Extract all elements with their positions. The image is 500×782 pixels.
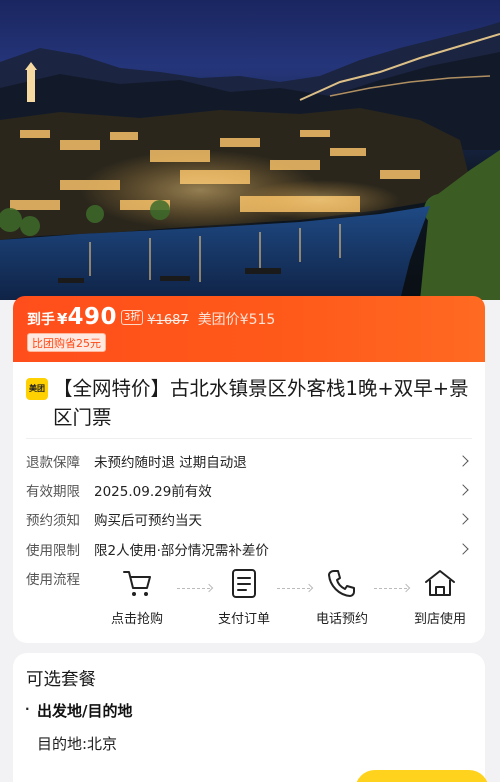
detail-row-limit[interactable]: 使用限制 限2人使用·部分情况需补差价 [26, 534, 472, 563]
detail-rows: 退款保障 未预约随时退 过期自动退 有效期限 2025.09.29前有效 预约须… [26, 446, 472, 563]
package-card: 可选套餐 · 出发地/目的地 目的地:北京 [13, 653, 485, 782]
final-price-amount: 490 [67, 304, 117, 330]
flow-step-label: 电话预约 [315, 612, 368, 627]
order-icon [232, 569, 256, 598]
flow-step-label: 点击抢购 [110, 612, 163, 627]
price-row: 到手 ¥ 490 3折 ¥1687 美团价¥515 [27, 304, 275, 330]
hero-image [0, 0, 500, 300]
package-subtitle: 出发地/目的地 [37, 702, 133, 720]
cart-icon [123, 571, 151, 596]
detail-value: 未预约随时退 过期自动退 [94, 454, 247, 471]
flow-label: 使用流程 [26, 572, 80, 588]
detail-label: 预约须知 [26, 513, 80, 530]
package-title: 可选套餐 [26, 670, 96, 690]
floating-action-button[interactable] [355, 770, 489, 782]
chevron-right-icon [458, 512, 472, 526]
detail-label: 有效期限 [26, 483, 80, 500]
final-price-prefix: 到手 [27, 312, 55, 328]
chevron-right-icon [458, 454, 472, 468]
flow-step-label: 到店使用 [413, 612, 466, 627]
detail-row-booking[interactable]: 预约须知 购买后可预约当天 [26, 505, 472, 534]
product-title: 【全网特价】古北水镇景区外客栈1晚+双早+景区门票 [53, 377, 469, 429]
flow-step-pay: 支付订单 [204, 566, 284, 627]
product-info-card: 美团 【全网特价】古北水镇景区外客栈1晚+双早+景区门票 退款保障 未预约随时退… [13, 362, 485, 643]
scenic-photo [0, 22, 500, 300]
detail-row-validity[interactable]: 有效期限 2025.09.29前有效 [26, 475, 472, 504]
detail-value: 购买后可预约当天 [94, 513, 202, 530]
usage-flow: 点击抢购 支付订单 电话预约 到店使用 [101, 566, 471, 636]
destination-option[interactable]: 目的地:北京 [37, 733, 117, 754]
flow-step-label: 支付订单 [217, 612, 270, 627]
flow-step-checkin: 到店使用 [400, 566, 480, 627]
price-banner: 到手 ¥ 490 3折 ¥1687 美团价¥515 比团购省25元 [13, 296, 485, 366]
bullet-dot-icon: · [25, 702, 30, 716]
meituan-price: 美团价¥515 [197, 312, 276, 328]
detail-row-refund[interactable]: 退款保障 未预约随时退 过期自动退 [26, 446, 472, 475]
home-icon [425, 570, 455, 596]
discount-badge: 3折 [120, 310, 144, 325]
divider [26, 438, 472, 439]
flow-step-call: 电话预约 [302, 566, 382, 627]
original-price: ¥1687 [147, 313, 189, 328]
final-price-currency: ¥ [57, 310, 68, 328]
detail-label: 退款保障 [26, 454, 80, 471]
meituan-badge-icon: 美团 [26, 378, 48, 400]
chevron-right-icon [458, 483, 472, 497]
detail-label: 使用限制 [26, 542, 80, 559]
save-tag: 比团购省25元 [27, 333, 106, 352]
flow-step-buy: 点击抢购 [97, 566, 177, 627]
phone-icon [328, 570, 355, 597]
detail-value: 限2人使用·部分情况需补差价 [94, 542, 269, 559]
chevron-right-icon [458, 542, 472, 556]
detail-value: 2025.09.29前有效 [94, 483, 212, 500]
